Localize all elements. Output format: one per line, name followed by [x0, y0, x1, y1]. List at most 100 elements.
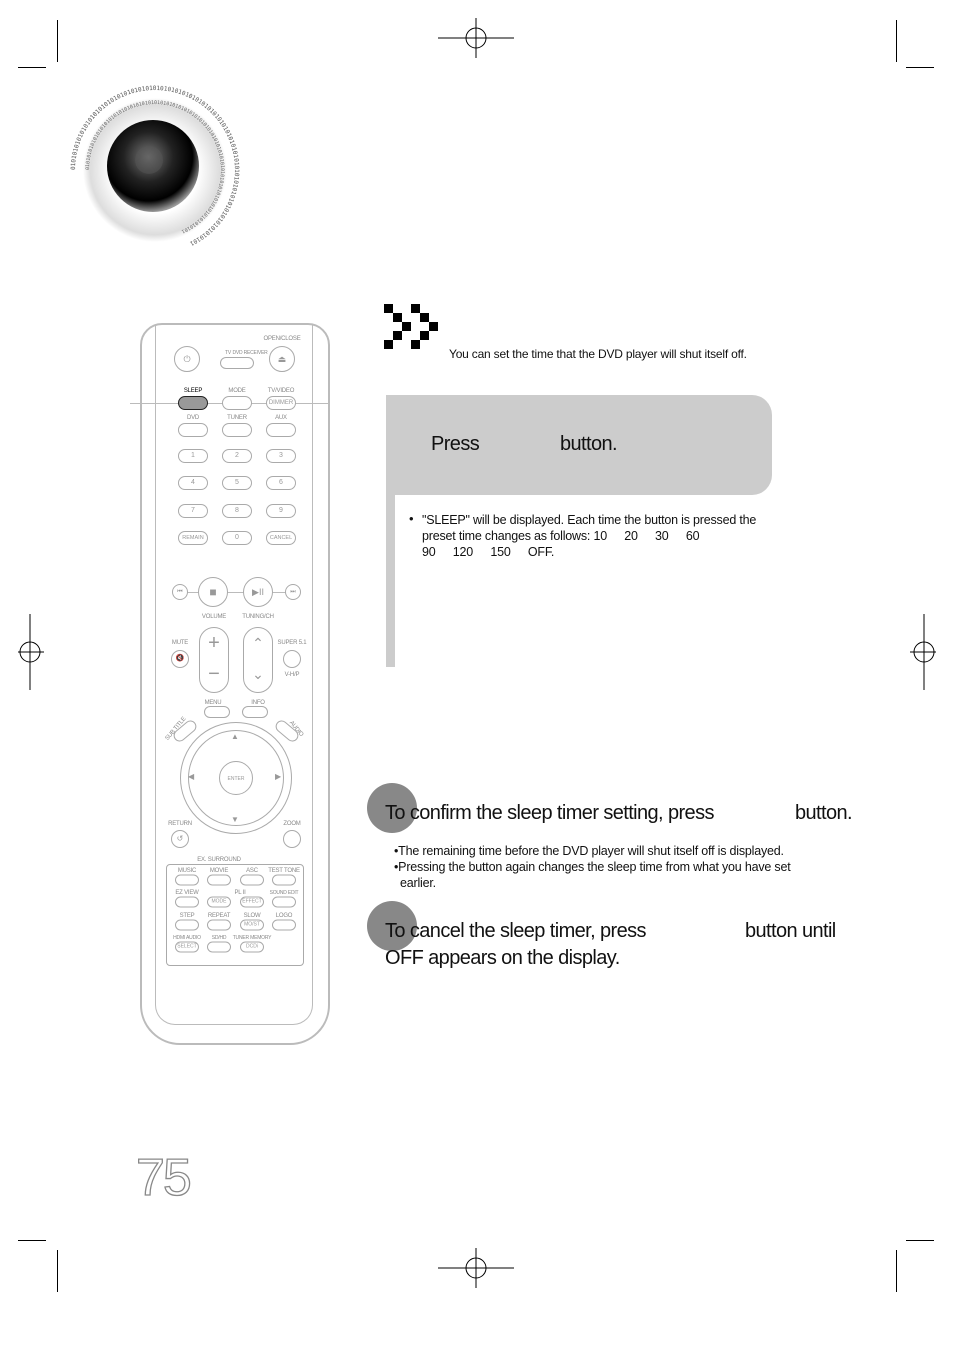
digit-button-4[interactable]: 4: [178, 476, 208, 490]
zoom-button[interactable]: [283, 830, 301, 848]
digit-button-9[interactable]: 9: [266, 504, 296, 518]
mute-button[interactable]: 🔇: [171, 650, 189, 668]
asc-button[interactable]: [240, 874, 264, 886]
section-marker-icon: [384, 304, 438, 349]
pl2-effect-button[interactable]: EFFECT: [240, 896, 264, 908]
tv-label: TV: [225, 350, 231, 356]
digit-button-1[interactable]: 1: [178, 449, 208, 463]
sd-hd-label: SD/HD: [211, 935, 227, 941]
mo-st-button[interactable]: MO/ST: [240, 919, 264, 931]
tuning-rocker[interactable]: ⌃ ⌄: [243, 627, 273, 693]
step2-note-1: •The remaining time before the DVD playe…: [394, 844, 784, 858]
select-button[interactable]: SELECT: [175, 941, 199, 953]
repeat-label: REPEAT: [207, 913, 231, 919]
dpad-right-button[interactable]: ▶: [275, 772, 281, 781]
digit-button-0[interactable]: 0: [222, 531, 252, 545]
mode-button[interactable]: [222, 396, 252, 410]
dvd-receiver-label: DVD RECEIVER: [232, 350, 268, 356]
pl2-label: PL II: [234, 890, 246, 896]
dvd-label: DVD: [186, 415, 200, 421]
sd-hd-button[interactable]: [207, 941, 231, 953]
ez-view-button[interactable]: [175, 896, 199, 908]
eject-button[interactable]: ⏏: [269, 346, 295, 372]
sound-edit-button[interactable]: [272, 896, 296, 908]
open-close-label: OPEN/CLOSE: [263, 336, 301, 342]
tv-video-label: TV/VIDEO: [267, 388, 295, 394]
digit-button-3[interactable]: 3: [266, 449, 296, 463]
seq-value: 120: [452, 545, 474, 559]
test-tone-button[interactable]: [272, 874, 296, 886]
skip-forward-button[interactable]: ⏭: [285, 584, 301, 600]
dpad-down-button[interactable]: ▼: [231, 815, 239, 824]
speaker-graphic: 0101010101010101010101010101010101010101…: [70, 85, 240, 247]
seq-value: OFF.: [527, 545, 555, 559]
tv-dvd-toggle[interactable]: [220, 357, 254, 369]
digit-button-5[interactable]: 5: [222, 476, 252, 490]
step2-heading-a: To confirm the sleep timer setting, pres…: [385, 802, 714, 824]
digit-button-6[interactable]: 6: [266, 476, 296, 490]
music-label: MUSIC: [177, 868, 197, 874]
seq-value: 60: [685, 529, 700, 543]
vhp-label: V-H/P: [284, 672, 300, 678]
step1-sidebar: [386, 494, 395, 667]
repeat-button[interactable]: [207, 919, 231, 931]
zoom-label: ZOOM: [283, 821, 301, 827]
movie-label: MOVIE: [209, 868, 229, 874]
dpad-up-button[interactable]: ▲: [231, 732, 239, 741]
music-button[interactable]: [175, 874, 199, 886]
logo-button[interactable]: [272, 919, 296, 931]
hdmi-audio-label: HDMI AUDIO: [173, 935, 201, 941]
return-label: RETURN: [168, 821, 192, 827]
pl2-mode-button[interactable]: MODE: [207, 896, 231, 908]
digit-button-2[interactable]: 2: [222, 449, 252, 463]
skip-back-button[interactable]: ⏮: [172, 584, 188, 600]
sleep-button[interactable]: [178, 396, 208, 410]
asc-label: ASC: [246, 868, 258, 874]
play-pause-button[interactable]: ▶II: [243, 577, 273, 607]
super51-button[interactable]: [283, 650, 301, 668]
tuning-ch-label: TUNING/CH: [242, 614, 274, 620]
volume-label: VOLUME: [201, 614, 227, 620]
bullet: •: [409, 511, 414, 526]
movie-button[interactable]: [207, 874, 231, 886]
power-button[interactable]: ⏻: [174, 346, 200, 372]
seq-value: 150: [490, 545, 511, 559]
cancel-button[interactable]: CANCEL: [266, 531, 296, 545]
ez-view-label: EZ VIEW: [175, 890, 199, 896]
ex-surround-label: EX. SURROUND: [195, 857, 243, 863]
manual-page: 0101010101010101010101010101010101010101…: [0, 0, 954, 1351]
tuner-label: TUNER: [227, 415, 247, 421]
sleep-label: SLEEP: [183, 388, 203, 394]
return-button[interactable]: ↺: [171, 830, 189, 848]
dpad-left-button[interactable]: ◀: [188, 772, 194, 781]
menu-button[interactable]: [204, 706, 230, 718]
enter-button[interactable]: ENTER: [219, 761, 253, 795]
mute-label: MUTE: [171, 640, 189, 646]
note-text: "SLEEP" will be displayed. Each time the…: [422, 513, 757, 543]
dimmer-button[interactable]: DIMMER: [266, 396, 296, 410]
seq-value: 30: [655, 529, 669, 543]
tuner-memory-label: TUNER MEMORY: [232, 935, 272, 941]
seq-value: 90: [422, 545, 436, 559]
step-label: STEP: [179, 913, 195, 919]
remain-button[interactable]: REMAIN: [178, 531, 208, 545]
step3-heading-a: To cancel the sleep timer, press: [385, 920, 647, 942]
logo-label: LOGO: [275, 913, 293, 919]
intro-text: You can set the time that the DVD player…: [449, 347, 747, 361]
tuner-button[interactable]: [222, 423, 252, 437]
digit-button-7[interactable]: 7: [178, 504, 208, 518]
dvd-button[interactable]: [178, 423, 208, 437]
volume-rocker[interactable]: + −: [199, 627, 229, 693]
info-button[interactable]: [242, 706, 268, 718]
stop-button[interactable]: ■: [198, 577, 228, 607]
step-button[interactable]: [175, 919, 199, 931]
aux-button[interactable]: [266, 423, 296, 437]
step3-heading-c: OFF appears on the display.: [385, 947, 620, 969]
step1-press: Press: [431, 433, 480, 455]
dcdi-button[interactable]: DCDi: [240, 941, 264, 953]
digit-button-8[interactable]: 8: [222, 504, 252, 518]
step1-button: button.: [560, 433, 618, 455]
step2-note-2: •Pressing the button again changes the s…: [394, 860, 791, 874]
step2-note-3: earlier.: [400, 876, 436, 890]
step2-heading-b: button.: [795, 802, 853, 824]
